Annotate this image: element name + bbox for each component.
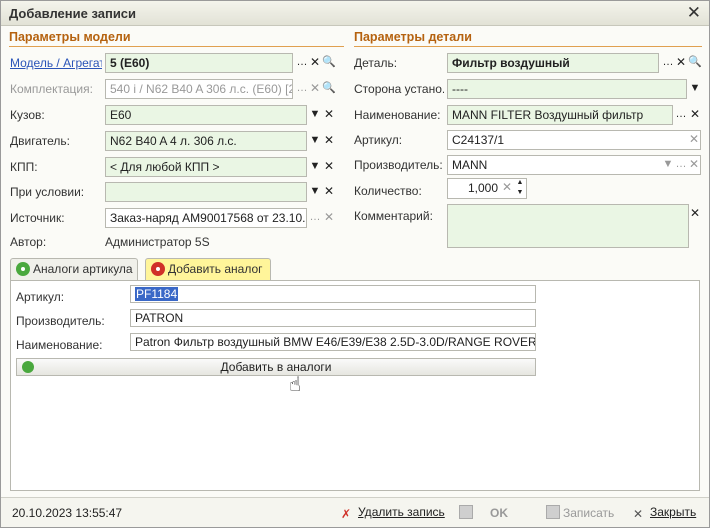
save-icon (546, 505, 560, 519)
close-label: Закрыть (650, 505, 697, 519)
clear-icon[interactable]: ✕ (322, 105, 336, 125)
proizvoditel-label: Производитель: (354, 158, 443, 172)
analog-naimenovanie-label: Наименование: (16, 338, 103, 352)
dvigatel-field[interactable]: N62 B40 A 4 л. 306 л.с. (105, 131, 307, 151)
delete-record-button[interactable]: ✗ Удалить запись (341, 505, 445, 521)
stepper-icon[interactable]: ▲ ▼ (513, 178, 527, 198)
clear-icon[interactable]: ✕ (688, 204, 702, 224)
uslovie-field[interactable] (105, 182, 307, 202)
clear-icon[interactable]: ✕ (322, 157, 336, 177)
dropdown-icon[interactable]: ▼ (688, 79, 702, 99)
ellipsis-icon[interactable]: … (295, 79, 309, 99)
kolichestvo-label: Количество: (354, 184, 422, 198)
green-circle-icon (16, 262, 30, 276)
add-to-analogs-label: Добавить в аналоги (220, 360, 332, 374)
clear-icon[interactable]: ✕ (688, 105, 702, 125)
window-title: Добавление записи (9, 6, 137, 21)
model-label-link[interactable]: Модель / Агрегат (10, 56, 102, 70)
ok-button[interactable]: OK (459, 505, 508, 520)
naimenovanie-label: Наименование: (354, 108, 441, 122)
ellipsis-icon[interactable]: … (661, 53, 675, 73)
artikul-label: Артикул: (354, 133, 403, 147)
istochnik-label: Источник: (10, 211, 65, 225)
clear-icon[interactable]: ✕ (322, 208, 336, 228)
dialog-window: Добавление записи ✕ Параметры модели Мод… (0, 0, 710, 528)
close-icon[interactable]: ✕ (687, 3, 701, 23)
green-circle-icon (22, 361, 34, 373)
clear-icon[interactable]: ✕ (674, 53, 688, 73)
kommentariy-field[interactable] (447, 204, 689, 248)
close-form-icon: ✕ (633, 507, 644, 521)
title-bar: Добавление записи ✕ (1, 1, 709, 26)
storona-label: Сторона устано... (354, 82, 444, 96)
tab-label: Добавить аналог (168, 262, 263, 276)
analog-proizvoditel-label: Производитель: (16, 314, 105, 328)
kuzov-label: Кузов: (10, 108, 45, 122)
status-bar: 20.10.2023 13:55:47 ✗ Удалить запись OK З… (1, 497, 709, 527)
search-icon[interactable]: 🔍 (322, 53, 336, 73)
analog-proizvoditel-field[interactable]: PATRON (130, 309, 536, 327)
clear-icon[interactable]: ✕ (308, 79, 322, 99)
tab-label: Аналоги артикула (33, 262, 133, 276)
clear-icon[interactable]: ✕ (687, 155, 701, 175)
clear-icon[interactable]: ✕ (322, 182, 336, 202)
komplektacia-label: Комплектация: (10, 82, 93, 96)
model-section-divider (9, 46, 344, 47)
search-icon[interactable]: 🔍 (688, 53, 702, 73)
save-label: Записать (563, 506, 615, 520)
detail-section-divider (354, 46, 702, 47)
kuzov-field[interactable]: E60 (105, 105, 307, 125)
tab-dobavit-analog[interactable]: Добавить аналог (145, 258, 271, 280)
search-icon[interactable]: 🔍 (322, 79, 336, 99)
analog-artikul-value: PF1184 (135, 287, 179, 301)
add-to-analogs-button[interactable]: Добавить в аналоги (16, 358, 536, 376)
ellipsis-icon[interactable]: … (308, 208, 322, 228)
clear-icon[interactable]: ✕ (687, 130, 701, 150)
dropdown-icon[interactable]: ▼ (308, 182, 322, 202)
artikul-field[interactable]: C24137/1 (447, 130, 701, 150)
kpp-field[interactable]: < Для любой КПП > (105, 157, 307, 177)
storona-field[interactable]: ---- (447, 79, 687, 99)
kommentariy-label: Комментарий: (354, 209, 433, 223)
model-section-title: Параметры модели (9, 30, 131, 44)
analog-artikul-field[interactable]: PF1184 (130, 285, 536, 303)
analog-artikul-label: Артикул: (16, 290, 65, 304)
ellipsis-icon[interactable]: … (295, 53, 309, 73)
avtor-value: Администратор 5S (105, 235, 210, 249)
dropdown-icon[interactable]: ▼ (308, 131, 322, 151)
save-button[interactable]: Записать (546, 505, 614, 520)
close-form-button[interactable]: ✕ Закрыть (633, 505, 696, 521)
timestamp: 20.10.2023 13:55:47 (12, 506, 123, 520)
clear-icon[interactable]: ✕ (500, 178, 514, 198)
dropdown-icon[interactable]: ▼ (308, 105, 322, 125)
uslovie-label: При условии: (10, 185, 85, 199)
delete-icon: ✗ (341, 507, 352, 521)
dvigatel-label: Двигатель: (10, 134, 70, 148)
delete-label: Удалить запись (358, 505, 445, 519)
clear-icon[interactable]: ✕ (322, 131, 336, 151)
analog-naimenovanie-field[interactable]: Patron Фильтр воздушный BMW E46/E39/E38 … (130, 333, 536, 351)
detal-field[interactable]: Фильтр воздушный (447, 53, 659, 73)
komplektacia-field[interactable]: 540 i / N62 B40 A 306 л.с. (E60) [2007 (105, 79, 293, 99)
ok-label: OK (490, 506, 508, 520)
tab-analogi-artikula[interactable]: Аналоги артикула (10, 258, 138, 280)
ellipsis-icon[interactable]: … (674, 155, 688, 175)
dropdown-icon[interactable]: ▼ (308, 157, 322, 177)
kpp-label: КПП: (10, 160, 38, 174)
naimenovanie-field[interactable]: MANN FILTER Воздушный фильтр (447, 105, 673, 125)
red-circle-icon (151, 262, 165, 276)
clear-icon[interactable]: ✕ (308, 53, 322, 73)
model-field[interactable]: 5 (E60) (105, 53, 293, 73)
istochnik-field[interactable]: Заказ-наряд АМ90017568 от 23.10.202 (105, 208, 307, 228)
detal-label: Деталь: (354, 56, 398, 70)
ok-icon (459, 505, 473, 519)
avtor-label: Автор: (10, 235, 47, 249)
detail-section-title: Параметры детали (354, 30, 472, 44)
dropdown-icon[interactable]: ▼ (661, 155, 675, 175)
hand-cursor-icon: ☝ (289, 374, 302, 396)
ellipsis-icon[interactable]: … (674, 105, 688, 125)
